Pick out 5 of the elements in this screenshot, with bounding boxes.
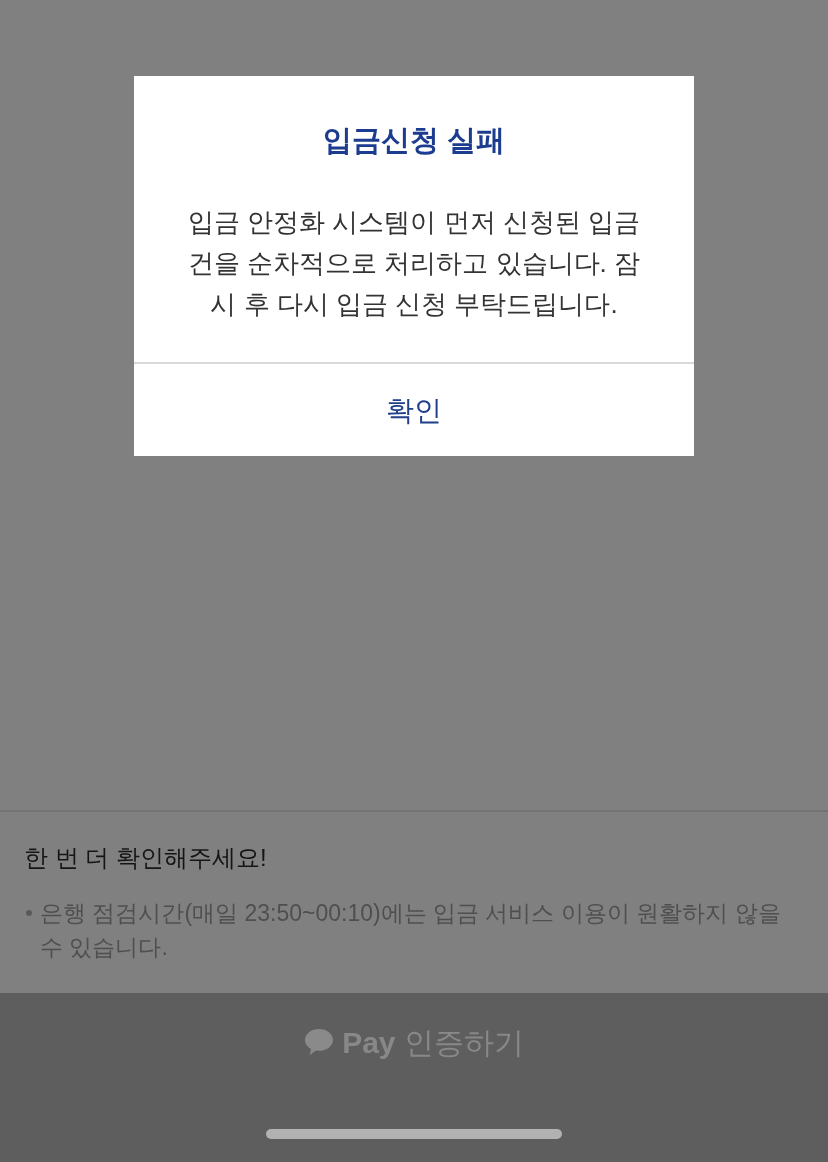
speech-bubble-icon (304, 1028, 335, 1056)
bullet-icon (26, 910, 32, 916)
dialog-message: 입금 안정화 시스템이 먼저 신청된 입금 건을 순차적으로 처리하고 있습니다. 잠시 후 다시 입금 신청 부탁드립니다. (186, 206, 642, 321)
notice-title: 한 번 더 확인해주세요! (24, 843, 268, 873)
dialog-title: 입금신청 실패 (322, 123, 506, 158)
